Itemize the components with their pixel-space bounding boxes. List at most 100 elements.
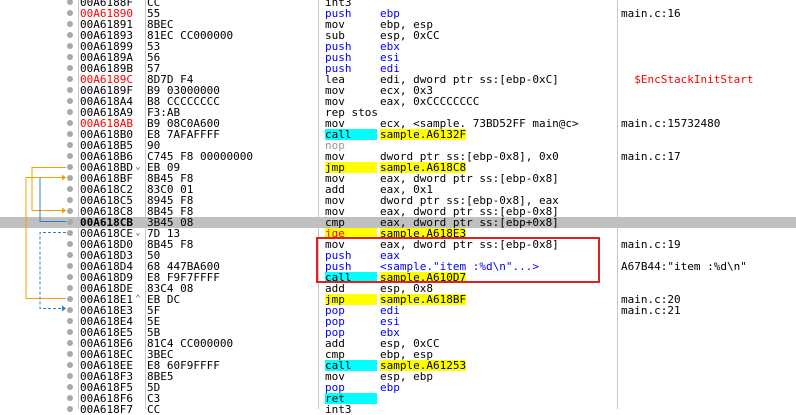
instruction-row[interactable]: 00A618B6 C745 F8 00000000 mov dword ptr ss:… [0, 151, 796, 162]
instruction-address: 00A618E1 [80, 294, 133, 305]
breakpoint-dot-icon[interactable] [67, 329, 73, 335]
instruction-row[interactable]: 00A61899 53 push ebx [0, 41, 796, 52]
instruction-row[interactable]: 00A618C5 8945 F8 mov dword ptr ss:[ebp-0x8]… [0, 195, 796, 206]
instruction-address: 00A618D9 [80, 272, 133, 283]
instruction-operands: dword ptr ss:[ebp-0x8], eax [380, 195, 559, 206]
instruction-operands [380, 140, 616, 151]
instruction-address: 00A618F6 [80, 393, 133, 404]
instruction-row[interactable]: 00A6189F B9 03000000 mov ecx, 0x3 [0, 85, 796, 96]
instruction-row[interactable]: 00A6189B 57 push edi [0, 63, 796, 74]
breakpoint-dot-icon[interactable] [67, 252, 73, 258]
instruction-mnemonic: pop [325, 382, 345, 393]
instruction-row[interactable]: 00A618A9 F3:AB rep stosd [0, 107, 796, 118]
instruction-row[interactable]: 00A618F5 5D pop ebp [0, 382, 796, 393]
breakpoint-dot-icon[interactable] [67, 197, 73, 203]
breakpoint-dot-icon[interactable] [67, 54, 73, 60]
breakpoint-dot-icon[interactable] [67, 131, 73, 137]
disassembly-view[interactable]: 00A6188F CC int3 00A61890 55 push ebp main.c:16… [0, 0, 796, 415]
breakpoint-dot-icon[interactable] [67, 263, 73, 269]
instruction-bytes: 8B45 F8 [147, 239, 194, 250]
instruction-bytes: 8BE5 [147, 371, 174, 382]
instruction-operands: eax, 0xCCCCCCCC [380, 96, 480, 107]
breakpoint-dot-icon[interactable] [67, 307, 73, 313]
breakpoint-dot-icon[interactable] [67, 186, 73, 192]
instruction-row[interactable]: 00A618DE 83C4 08 add esp, 0x8 [0, 283, 796, 294]
instruction-row[interactable]: 00A618E6 81C4 CC000000 add esp, 0xCC [0, 338, 796, 349]
breakpoint-dot-icon[interactable] [67, 208, 73, 214]
breakpoint-dot-icon[interactable] [67, 285, 73, 291]
instruction-comment [621, 140, 796, 151]
breakpoint-dot-icon[interactable] [67, 230, 73, 236]
instruction-operands: esp, 0x8 [380, 283, 433, 294]
instruction-row[interactable]: 00A618F6 C3 ret [0, 393, 796, 404]
breakpoint-dot-icon[interactable] [67, 21, 73, 27]
breakpoint-dot-icon[interactable] [67, 274, 73, 280]
breakpoint-dot-icon[interactable] [67, 98, 73, 104]
breakpoint-dot-icon[interactable] [67, 362, 73, 368]
instruction-row[interactable]: ⌃ 00A618E1 EB DC jmp sample.A618BF main.c:20 [0, 294, 796, 305]
breakpoint-dot-icon[interactable] [67, 318, 73, 324]
instruction-row[interactable]: 00A618E3 5F pop edi main.c:21 [0, 305, 796, 316]
breakpoint-dot-icon[interactable] [67, 142, 73, 148]
instruction-address: 00A618EC [80, 349, 133, 360]
instruction-comment [621, 316, 796, 327]
instruction-row[interactable]: 00A618C8 8B45 F8 mov eax, dword ptr ss:[ebp… [0, 206, 796, 217]
instruction-row[interactable]: 00A61890 55 push ebp main.c:16 [0, 8, 796, 19]
breakpoint-dot-icon[interactable] [67, 340, 73, 346]
instruction-bytes: 81C4 CC000000 [147, 338, 234, 349]
instruction-row[interactable]: 00A618E5 5B pop ebx [0, 327, 796, 338]
breakpoint-dot-icon[interactable] [67, 296, 73, 302]
instruction-address: 00A618F3 [80, 371, 133, 382]
breakpoint-dot-icon[interactable] [67, 241, 73, 247]
breakpoint-dot-icon[interactable] [67, 10, 73, 16]
breakpoint-dot-icon[interactable] [67, 175, 73, 181]
instruction-row[interactable]: 00A61891 8BEC mov ebp, esp [0, 19, 796, 30]
breakpoint-dot-icon[interactable] [67, 395, 73, 401]
instruction-address: 00A618C8 [80, 206, 133, 217]
instruction-row[interactable]: 00A618F7 CC int3 [0, 404, 796, 415]
breakpoint-dot-icon[interactable] [67, 109, 73, 115]
instruction-mnemonic: int3 [325, 0, 352, 8]
instruction-row[interactable]: 00A618CB 3B45 08 cmp eax, dword ptr ss:[ebp… [0, 217, 796, 228]
instruction-row[interactable]: ⌄ 00A618BD EB 09 jmp sample.A618C8 [0, 162, 796, 173]
instruction-row[interactable]: 00A61893 81EC CC000000 sub esp, 0xCC [0, 30, 796, 41]
breakpoint-dot-icon[interactable] [67, 384, 73, 390]
instruction-operands: ebp [380, 382, 400, 393]
instruction-bytes: B9 08C0A600 [147, 118, 220, 129]
instruction-row[interactable]: 00A618B5 90 nop [0, 140, 796, 151]
instruction-row[interactable]: 00A618B0 E8 7AFAFFFF call sample.A6132F [0, 129, 796, 140]
instruction-row[interactable]: 00A6188F CC int3 [0, 0, 796, 8]
instruction-operands: sample.A618C8 [380, 162, 467, 173]
instruction-operands: dword ptr ss:[ebp-0x8], 0x0 [380, 151, 559, 162]
instruction-row[interactable]: 00A618AB B9 08C0A600 mov ecx, <sample._73BD… [0, 118, 796, 129]
breakpoint-dot-icon[interactable] [67, 76, 73, 82]
instruction-comment [621, 184, 796, 195]
breakpoint-dot-icon[interactable] [67, 120, 73, 126]
breakpoint-dot-icon[interactable] [67, 373, 73, 379]
instruction-operands: sample.A618BF [380, 294, 467, 305]
breakpoint-dot-icon[interactable] [67, 65, 73, 71]
instruction-row[interactable]: 00A618A4 B8 CCCCCCCC mov eax, 0xCCCCCCCC [0, 96, 796, 107]
breakpoint-dot-icon[interactable] [67, 164, 73, 170]
instruction-address: 00A6188F [80, 0, 133, 8]
instruction-bytes: EB 09 [147, 162, 181, 173]
instruction-mnemonic: mov [325, 151, 345, 162]
instruction-comment: main.c:19 [621, 239, 681, 250]
instruction-row[interactable]: 00A618C2 83C0 01 add eax, 0x1 [0, 184, 796, 195]
instruction-mnemonic: call [325, 129, 377, 140]
breakpoint-dot-icon[interactable] [67, 351, 73, 357]
instruction-row[interactable]: 00A6189A 56 push esi [0, 52, 796, 63]
breakpoint-dot-icon[interactable] [67, 0, 73, 5]
breakpoint-dot-icon[interactable] [67, 43, 73, 49]
instruction-row[interactable]: 00A618EE E8 60F9FFFF call sample.A61253 [0, 360, 796, 371]
instruction-row[interactable]: 00A618BF 8B45 F8 mov eax, dword ptr ss:[ebp… [0, 173, 796, 184]
instruction-row[interactable]: 00A618E4 5E pop esi [0, 316, 796, 327]
instruction-row[interactable]: 00A618EC 3BEC cmp ebp, esp [0, 349, 796, 360]
instruction-row[interactable]: 00A6189C 8D7D F4 lea edi, dword ptr ss:[ebp… [0, 74, 796, 85]
breakpoint-dot-icon[interactable] [67, 153, 73, 159]
breakpoint-dot-icon[interactable] [67, 219, 73, 225]
instruction-row[interactable]: 00A618F3 8BE5 mov esp, ebp [0, 371, 796, 382]
breakpoint-dot-icon[interactable] [67, 406, 73, 412]
breakpoint-dot-icon[interactable] [67, 32, 73, 38]
breakpoint-dot-icon[interactable] [67, 87, 73, 93]
